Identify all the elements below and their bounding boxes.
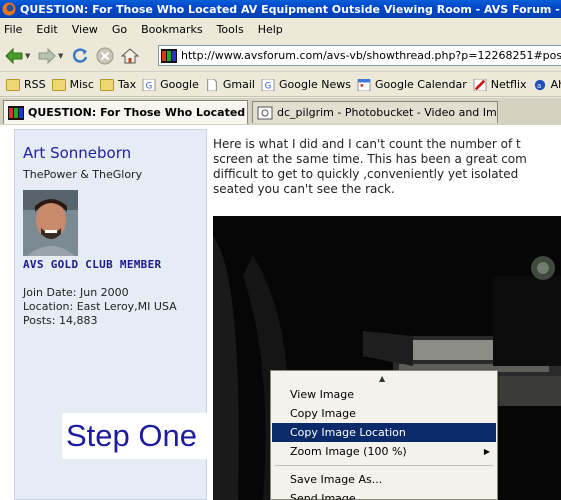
tab-avsforum-thread[interactable]: QUESTION: For Those Who Located A... bbox=[3, 100, 248, 124]
photobucket-icon bbox=[257, 106, 273, 119]
navigation-toolbar: ▼ ▼ http://www.avsforum.com/avs-vb/showt bbox=[0, 40, 561, 72]
stop-button[interactable] bbox=[94, 45, 116, 67]
ctx-item-label: Copy Image Location bbox=[290, 426, 406, 439]
menu-help[interactable]: Help bbox=[258, 23, 283, 36]
forward-button[interactable] bbox=[36, 45, 58, 67]
bookmark-google[interactable]: G Google bbox=[142, 78, 199, 91]
tab-label: QUESTION: For Those Who Located A... bbox=[28, 106, 248, 119]
user-info: Join Date: Jun 2000 Location: East Leroy… bbox=[23, 286, 177, 328]
ctx-item-label: View Image bbox=[290, 388, 355, 401]
google-icon: G bbox=[142, 78, 156, 91]
netflix-icon bbox=[473, 78, 487, 91]
bookmark-netflix[interactable]: Netflix bbox=[473, 78, 527, 91]
bookmark-label: Misc bbox=[69, 78, 94, 91]
ctx-send-image[interactable]: Send Image... bbox=[272, 489, 496, 500]
folder-icon bbox=[99, 78, 114, 91]
svg-text:G: G bbox=[265, 81, 272, 91]
page-icon bbox=[207, 78, 217, 91]
post-username[interactable]: Art Sonneborn bbox=[23, 144, 131, 162]
firefox-icon bbox=[2, 2, 16, 16]
post-user-title: ThePower & TheGlory bbox=[23, 168, 143, 181]
step-label-overlay: Step One bbox=[62, 413, 212, 459]
aol-icon: a bbox=[534, 79, 545, 90]
avsforum-favicon-icon bbox=[161, 48, 177, 63]
menu-view[interactable]: View bbox=[72, 23, 98, 36]
back-arrow-icon bbox=[5, 47, 23, 64]
window-title: QUESTION: For Those Who Located AV Equip… bbox=[20, 2, 561, 16]
calendar-icon bbox=[357, 78, 371, 91]
post-text-line: difficult to get to quickly ,convenientl… bbox=[213, 167, 519, 181]
post-text-line: seated you can't see the rack. bbox=[213, 182, 395, 196]
bookmark-gmail[interactable]: Gmail bbox=[205, 78, 255, 91]
ctx-separator bbox=[275, 465, 493, 466]
bookmark-label: Gmail bbox=[222, 78, 255, 91]
folder-icon bbox=[6, 78, 20, 91]
join-date: Join Date: Jun 2000 bbox=[23, 286, 129, 299]
window-titlebar: QUESTION: For Those Who Located AV Equip… bbox=[0, 0, 561, 18]
post-body: Here is what I did and I can't count the… bbox=[213, 137, 561, 197]
folder-icon bbox=[51, 78, 66, 91]
bookmark-label: Netflix bbox=[490, 78, 527, 91]
reload-button[interactable] bbox=[69, 45, 91, 67]
back-button[interactable] bbox=[3, 45, 25, 67]
bookmark-label: Google Calendar bbox=[375, 78, 467, 91]
scroll-up-icon[interactable]: ▲ bbox=[379, 374, 385, 383]
menu-go[interactable]: Go bbox=[112, 23, 127, 36]
avsforum-favicon-icon bbox=[8, 105, 24, 120]
ctx-item-label: Zoom Image (100 %) bbox=[290, 445, 407, 458]
forward-dropdown-icon[interactable]: ▼ bbox=[58, 52, 66, 60]
context-menu: ▲ View Image Copy Image Copy Image Locat… bbox=[270, 370, 498, 500]
ctx-zoom-image[interactable]: Zoom Image (100 %) ▶ bbox=[272, 442, 496, 461]
home-button[interactable] bbox=[119, 45, 141, 67]
tab-photobucket[interactable]: dc_pilgrim - Photobucket - Video and Ima… bbox=[252, 101, 498, 123]
ctx-save-image-as[interactable]: Save Image As... bbox=[272, 470, 496, 489]
forward-arrow-icon bbox=[38, 47, 56, 64]
ctx-item-label: Send Image... bbox=[290, 492, 367, 500]
bookmark-label: Ah bbox=[550, 78, 561, 91]
tab-label: dc_pilgrim - Photobucket - Video and Ima… bbox=[277, 106, 497, 119]
menu-edit[interactable]: Edit bbox=[36, 23, 57, 36]
bookmark-google-calendar[interactable]: Google Calendar bbox=[357, 78, 467, 91]
menu-tools[interactable]: Tools bbox=[217, 23, 244, 36]
ctx-item-label: Save Image As... bbox=[290, 473, 383, 486]
user-location: Location: East Leroy,MI USA bbox=[23, 300, 177, 313]
svg-text:G: G bbox=[146, 81, 153, 91]
member-badge: AVS GOLD CLUB MEMBER bbox=[23, 258, 162, 271]
post-text-line: Here is what I did and I can't count the… bbox=[213, 137, 521, 151]
submenu-arrow-icon: ▶ bbox=[483, 447, 490, 456]
stop-icon bbox=[96, 47, 114, 64]
post-text-line: screen at the same time. This has been a… bbox=[213, 152, 527, 166]
bookmark-label: Google bbox=[160, 78, 199, 91]
user-avatar[interactable] bbox=[23, 190, 78, 256]
google-icon: G bbox=[261, 78, 275, 91]
bookmark-ah[interactable]: a Ah bbox=[533, 78, 561, 91]
url-text: http://www.avsforum.com/avs-vb/showthrea… bbox=[181, 49, 561, 62]
bookmark-rss[interactable]: RSS bbox=[6, 78, 46, 91]
bookmark-tax[interactable]: Tax bbox=[99, 78, 137, 91]
menu-file[interactable]: File bbox=[4, 23, 22, 36]
bookmark-google-news[interactable]: G Google News bbox=[261, 78, 351, 91]
ctx-copy-image-location[interactable]: Copy Image Location bbox=[272, 423, 496, 442]
menu-bar: File Edit View Go Bookmarks Tools Help bbox=[0, 18, 561, 40]
home-icon bbox=[121, 47, 139, 63]
bookmark-label: Tax bbox=[117, 78, 137, 91]
back-dropdown-icon[interactable]: ▼ bbox=[25, 52, 33, 60]
bookmark-label: Google News bbox=[278, 78, 351, 91]
tab-bar: QUESTION: For Those Who Located A... dc_… bbox=[0, 98, 561, 125]
ctx-item-label: Copy Image bbox=[290, 407, 356, 420]
svg-text:a: a bbox=[537, 82, 541, 90]
reload-icon bbox=[72, 47, 88, 63]
bookmarks-toolbar: RSS Misc Tax G Google Gmail G Google New… bbox=[0, 73, 561, 97]
menu-bookmarks[interactable]: Bookmarks bbox=[141, 23, 202, 36]
bookmark-label: RSS bbox=[24, 78, 46, 91]
post-count: Posts: 14,883 bbox=[23, 314, 98, 327]
address-bar[interactable]: http://www.avsforum.com/avs-vb/showthrea… bbox=[158, 45, 561, 66]
ctx-copy-image[interactable]: Copy Image bbox=[272, 404, 496, 423]
ctx-view-image[interactable]: View Image bbox=[272, 385, 496, 404]
bookmark-misc[interactable]: Misc bbox=[51, 78, 94, 91]
